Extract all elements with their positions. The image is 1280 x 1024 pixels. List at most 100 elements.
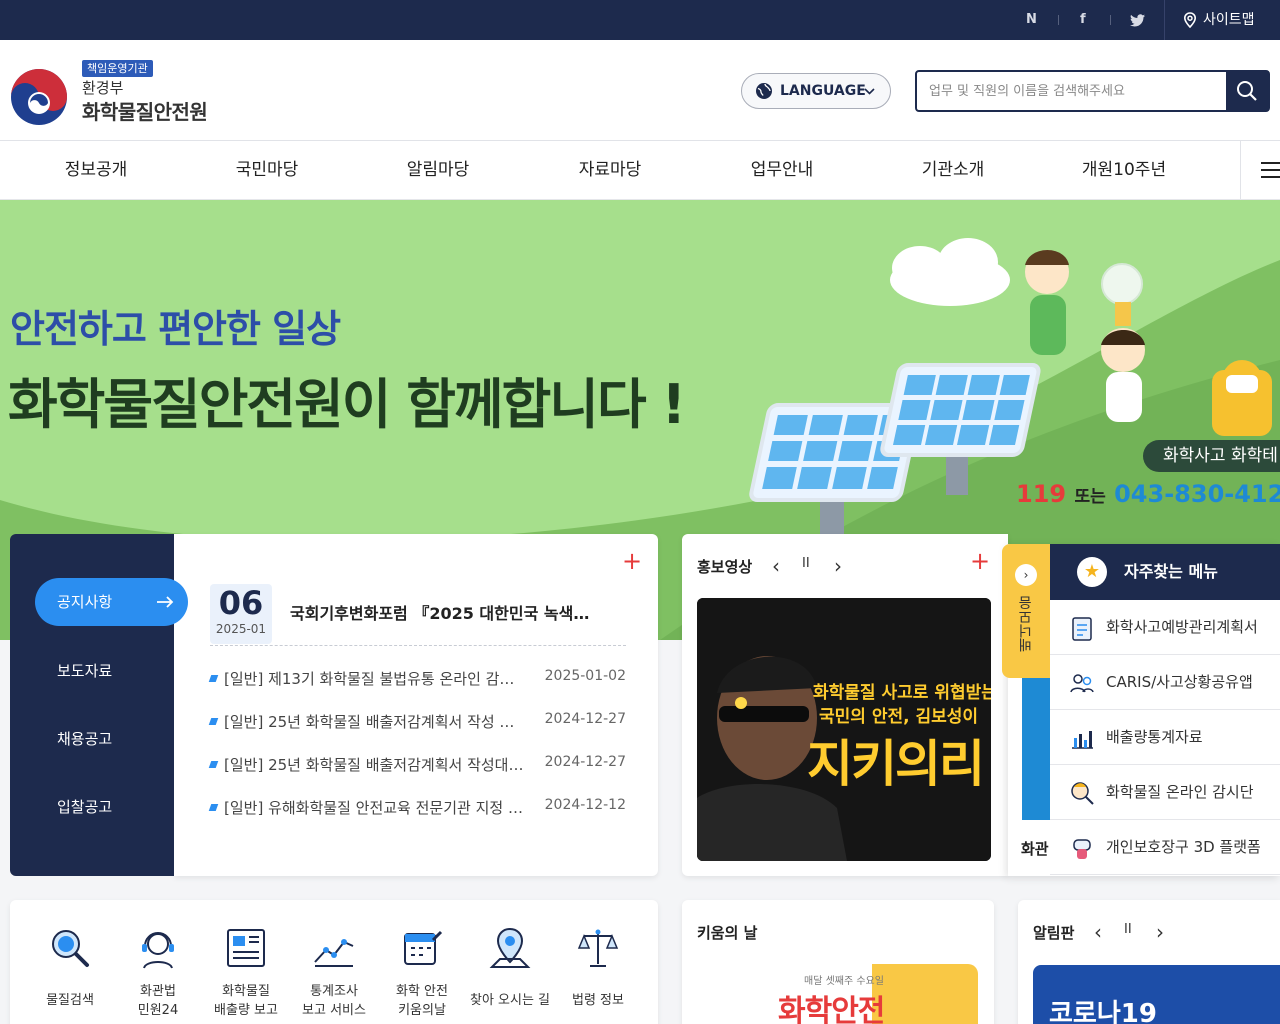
quick-link-label-line1: 화학 안전 [396, 984, 448, 999]
gnb-item-resources[interactable]: 자료마당 [535, 141, 685, 199]
list-item-title: [일반] 25년 화학물질 배출저감계획서 작성대… [224, 756, 524, 774]
hero-phone-number: 043-830-4120~4 [1114, 480, 1280, 508]
map-pin-icon [489, 927, 531, 968]
kium-day-banner[interactable]: 매달 셋째주 수요일 화학안전 [762, 964, 978, 1024]
promo-more-button[interactable]: + [970, 549, 990, 573]
gnb-item-news[interactable]: 알림마당 [363, 141, 513, 199]
sitemap-link[interactable]: 사이트맵 [1164, 0, 1280, 40]
list-item-date: 2025-01-02 [544, 668, 626, 684]
promo-pause-button[interactable]: II [802, 556, 810, 571]
main-navigation: 정보공개 국민마당 알림마당 자료마당 업무안내 기관소개 개원10주년 [0, 141, 1280, 200]
gnb-item-business-guide[interactable]: 업무안내 [707, 141, 857, 199]
headset-agent-icon [142, 932, 174, 969]
video-caption-line3: 지키의리 [807, 735, 985, 793]
favorite-item-prevention-plan[interactable]: 화학사고예방관리계획서 [1050, 600, 1280, 655]
tab-notice[interactable]: 공지사항 [35, 578, 188, 626]
alarm-board-panel: 알림판 ‹ II › 코로나19 [1018, 900, 1280, 1024]
location-pin-icon [1183, 12, 1197, 28]
favorite-menu-panel: ★ 자주찾는 메뉴 화학사고예방관리계획서 CARIS/사고상황공유앱 배출량통… [1050, 544, 1280, 876]
bullet-icon [208, 804, 219, 811]
search-button[interactable] [1226, 72, 1268, 110]
kium-banner-small-text: 매달 셋째주 수요일 [804, 976, 884, 987]
report-board-icon [227, 929, 265, 967]
promo-video-thumbnail[interactable]: 화학물질 사고로 위협받는 국민의 안전, 김보성이 지키의리 [697, 598, 991, 861]
banner-image[interactable] [1022, 678, 1050, 820]
favorite-item-online-monitor[interactable]: 화학물질 온라인 감시단 [1050, 765, 1280, 820]
alarm-next-button[interactable]: › [1156, 920, 1164, 944]
hero-slogan-line2: 화학물질안전원이 함께합니다 ! [8, 373, 686, 436]
logo-ministry: 환경부 [82, 79, 124, 97]
alarm-prev-button[interactable]: ‹ [1094, 920, 1102, 944]
quick-link-law-info[interactable]: 법령 정보 [554, 900, 642, 1024]
top-utility-bar: N f 사이트맵 [0, 0, 1280, 40]
favorite-item-caris[interactable]: CARIS/사고상황공유앱 [1050, 655, 1280, 710]
gnb-item-info-disclosure[interactable]: 정보공개 [21, 141, 171, 199]
hero-phone-or: 또는 [1074, 487, 1106, 507]
promo-prev-button[interactable]: ‹ [772, 554, 780, 578]
favorite-menu-header: ★ 자주찾는 메뉴 [1050, 544, 1280, 600]
top-notice-title[interactable]: 국회기후변화포럼 『2025 대한민국 녹색… [290, 600, 620, 624]
twitter-link[interactable] [1130, 0, 1145, 40]
list-item-date: 2024-12-27 [544, 754, 626, 770]
magnifier-person-icon [1071, 782, 1094, 805]
kium-day-title: 키움의 날 [697, 924, 758, 942]
tab-recruitment[interactable]: 채용공고 [57, 728, 112, 749]
gnb-item-about[interactable]: 기관소개 [878, 141, 1028, 199]
list-item[interactable]: [일반] 유해화학물질 안전교육 전문기관 지정 … 2024-12-12 [208, 797, 626, 821]
top-notice-date: 06 2025-01 [210, 584, 272, 644]
quick-link-label-line2: 키움의날 [398, 1003, 446, 1018]
hero-emergency-phone: 119 또는 043-830-4120~4 [1016, 480, 1280, 508]
list-item[interactable]: [일반] 25년 화학물질 배출저감계획서 작성대… 2024-12-27 [208, 754, 626, 778]
tab-bidding[interactable]: 입찰공고 [57, 796, 112, 817]
quick-link-label-line1: 통계조사 [310, 984, 358, 999]
divider [210, 645, 626, 646]
divider [1058, 15, 1059, 25]
quick-link-civil-petition[interactable]: 화관법 민원24 [114, 900, 202, 1024]
kium-day-panel: 키움의 날 매달 셋째주 수요일 화학안전 [682, 900, 994, 1024]
naver-blog-link[interactable]: N [1026, 0, 1037, 40]
quick-link-label: 찾아 오시는 길 [469, 993, 551, 1008]
favorite-menu-title: 자주찾는 메뉴 [1124, 562, 1218, 581]
favorite-item-label: 개인보호장구 3D 플랫폼 [1106, 838, 1261, 856]
favorite-item-emission-stats[interactable]: 배출량통계자료 [1050, 710, 1280, 765]
hero-phone-119: 119 [1016, 480, 1067, 508]
bar-chart-icon [1072, 731, 1093, 749]
all-menu-button[interactable] [1240, 141, 1280, 199]
list-item-title: [일반] 유해화학물질 안전교육 전문기관 지정 … [224, 799, 523, 817]
banner-collection-tab[interactable]: › 배너모음 [1002, 544, 1050, 678]
quick-link-kium-day[interactable]: 화학 안전 키움의날 [378, 900, 466, 1024]
logo-badge: 책임운영기관 [82, 60, 153, 77]
quick-link-substance-search[interactable]: 물질검색 [26, 900, 114, 1024]
language-selector[interactable]: LANGUAGE [741, 73, 891, 109]
favorite-item-label: 화학사고예방관리계획서 [1106, 618, 1258, 636]
arrow-right-icon [157, 596, 174, 608]
facebook-link[interactable]: f [1080, 0, 1086, 40]
line-chart-icon [314, 939, 354, 967]
tab-press-release[interactable]: 보도자료 [57, 660, 112, 681]
gnb-item-public-yard[interactable]: 국민마당 [192, 141, 342, 199]
promo-next-button[interactable]: › [834, 554, 842, 578]
search-input[interactable] [929, 78, 1224, 104]
quick-link-statistics-survey[interactable]: 통계조사 보고 서비스 [290, 900, 378, 1024]
quick-link-label: 법령 정보 [572, 993, 624, 1008]
quick-link-directions[interactable]: 찾아 오시는 길 [466, 900, 554, 1024]
alarm-banner[interactable]: 코로나19 [1033, 965, 1280, 1024]
alarm-pause-button[interactable]: II [1124, 922, 1132, 937]
chevron-right-icon: › [1015, 564, 1037, 586]
quick-link-label-line1: 화학물질 [222, 984, 270, 999]
gnb-item-10th-anniversary[interactable]: 개원10주년 [1049, 141, 1199, 199]
list-item-date: 2024-12-27 [544, 711, 626, 727]
magnifier-icon [52, 930, 89, 967]
quick-link-label-line2: 보고 서비스 [302, 1003, 366, 1018]
quick-link-label-line2: 민원24 [137, 1003, 179, 1018]
favorite-item-protective-gear-3d[interactable]: 개인보호장구 3D 플랫폼 [1050, 820, 1280, 875]
protective-gear-icon [1073, 839, 1091, 859]
list-item[interactable]: [일반] 제13기 화학물질 불법유통 온라인 감… 2025-01-02 [208, 668, 626, 692]
notice-more-button[interactable]: + [622, 549, 642, 573]
government-emblem-icon [11, 69, 67, 125]
list-item[interactable]: [일반] 25년 화학물질 배출저감계획서 작성 … 2024-12-27 [208, 711, 626, 735]
calendar-icon [404, 930, 443, 965]
globe-icon [756, 83, 772, 99]
quick-link-emission-report[interactable]: 화학물질 배출량 보고 [202, 900, 290, 1024]
tab-notice-label: 공지사항 [57, 593, 113, 611]
